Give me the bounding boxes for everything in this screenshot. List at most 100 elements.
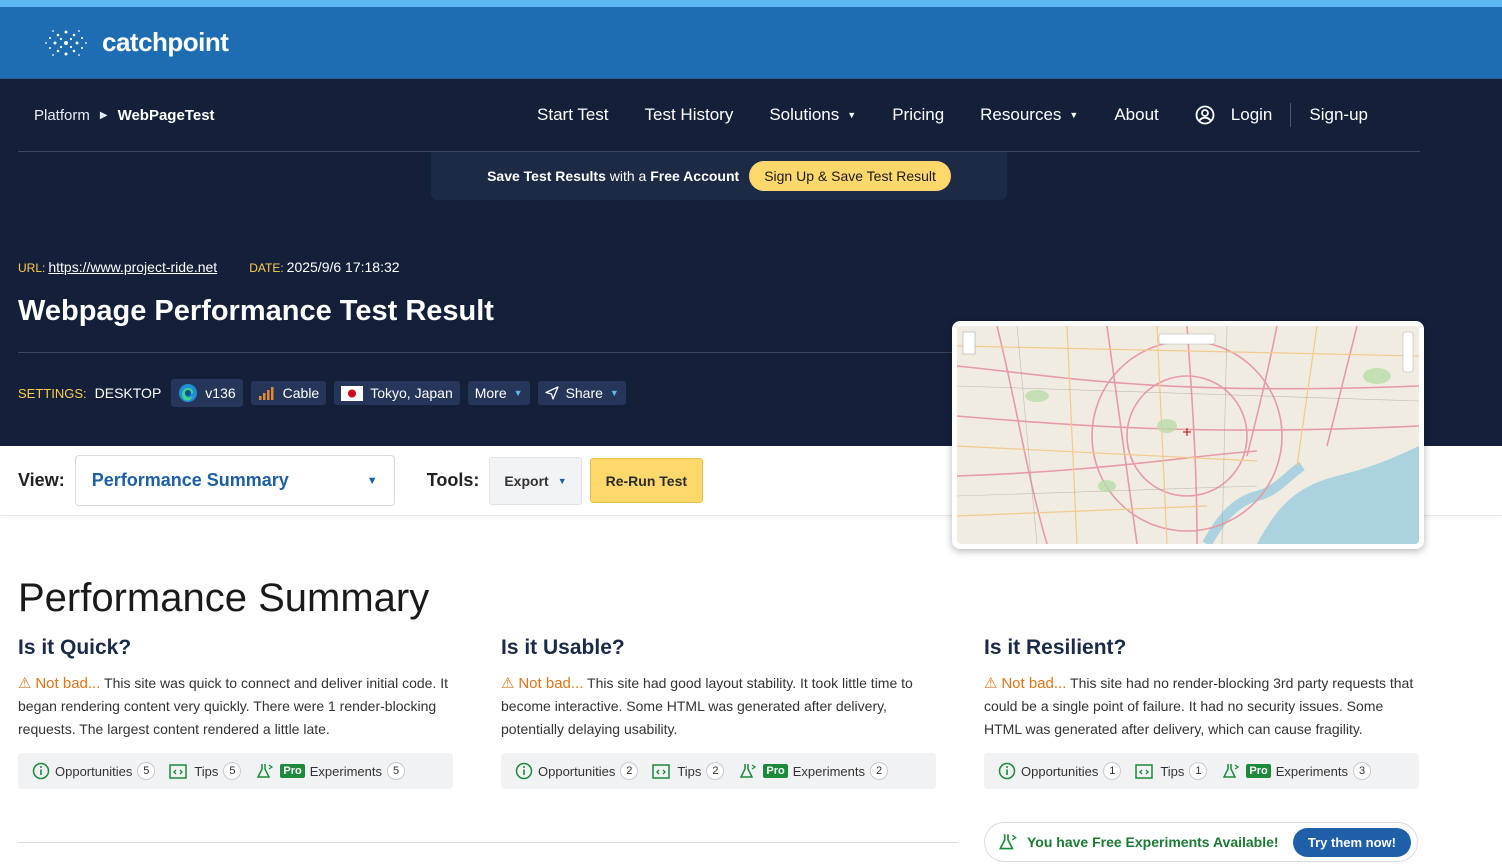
signal-bars-icon — [258, 387, 274, 400]
send-icon — [544, 386, 559, 400]
free-experiments-text: You have Free Experiments Available! — [1027, 834, 1279, 850]
caret-down-icon: ▼ — [1069, 110, 1079, 120]
nav-pricing[interactable]: Pricing — [874, 105, 962, 125]
caret-down-icon: ▼ — [366, 474, 378, 487]
japan-flag-icon — [341, 385, 364, 401]
more-label: More — [474, 385, 507, 401]
nav-resources-label: Resources — [980, 105, 1062, 124]
browser-version: v136 — [205, 385, 236, 401]
share-dropdown[interactable]: Share ▼ — [537, 381, 626, 405]
catchpoint-logo-icon — [45, 29, 87, 56]
code-tip-icon — [1135, 764, 1154, 779]
share-label: Share — [565, 385, 603, 401]
pro-badge: Pro — [280, 764, 305, 778]
hero-section: Platform ▶ WebPageTest Start Test Test H… — [0, 79, 1502, 549]
warning-icon: ⚠ — [984, 675, 998, 692]
nav-login[interactable]: Login — [1177, 105, 1291, 125]
count-badge: 5 — [223, 762, 242, 780]
top-accent-strip — [0, 0, 1502, 7]
flask-icon — [1223, 764, 1240, 778]
nav-test-history[interactable]: Test History — [627, 105, 752, 125]
warning-icon: ⚠ — [501, 675, 515, 692]
opportunities-counter[interactable]: Opportunities 2 — [515, 762, 639, 780]
view-select-value: Performance Summary — [91, 470, 289, 490]
caret-down-icon: ▼ — [609, 388, 619, 398]
info-circle-icon — [32, 762, 50, 780]
browser-chip: v136 — [171, 379, 243, 407]
counter-label: Opportunities — [538, 763, 616, 779]
column-heading: Is it Resilient? — [984, 636, 1127, 659]
location-map[interactable] — [957, 326, 1419, 544]
rerun-test-button[interactable]: Re-Run Test — [589, 458, 704, 503]
signup-save-button[interactable]: Sign Up & Save Test Result — [749, 161, 951, 191]
tips-counter[interactable]: Tips 1 — [1135, 762, 1208, 780]
nav-solutions[interactable]: Solutions ▼ — [751, 105, 874, 125]
settings-device: DESKTOP — [94, 385, 162, 401]
user-circle-icon — [1195, 105, 1215, 125]
test-meta: URL: https://www.project-ride.net DATE: 20… — [18, 259, 400, 275]
breadcrumb-platform[interactable]: Platform — [34, 107, 90, 124]
nav-signup[interactable]: Sign-up — [1291, 105, 1386, 125]
map-tiles-image — [957, 326, 1419, 544]
tips-counter[interactable]: Tips 2 — [652, 762, 725, 780]
experiments-counter[interactable]: Pro Experiments 5 — [255, 762, 405, 780]
code-tip-icon — [169, 764, 188, 779]
divider — [18, 842, 958, 843]
info-circle-icon — [515, 762, 533, 780]
view-select[interactable]: Performance Summary ▼ — [74, 455, 395, 506]
counters-bar: Opportunities 5 Tips 5 Pro Experiments 5 — [18, 753, 453, 789]
count-badge: 2 — [620, 762, 639, 780]
connection-chip: Cable — [250, 381, 327, 405]
caret-down-icon: ▼ — [557, 475, 567, 486]
nav-start-test[interactable]: Start Test — [519, 105, 627, 125]
main-nav: Platform ▶ WebPageTest Start Test Test H… — [18, 79, 1420, 152]
opportunities-counter[interactable]: Opportunities 1 — [998, 762, 1122, 780]
counter-label: Experiments — [309, 763, 382, 779]
counters-bar: Opportunities 2 Tips 2 Pro Experiments 2 — [501, 753, 936, 789]
caret-down-icon: ▼ — [513, 388, 523, 398]
opportunities-counter[interactable]: Opportunities 5 — [32, 762, 156, 780]
catchpoint-logo[interactable]: catchpoint — [42, 26, 229, 60]
counter-label: Opportunities — [55, 763, 133, 779]
count-badge: 2 — [706, 762, 725, 780]
counter-label: Tips — [1160, 763, 1185, 779]
nav-resources[interactable]: Resources ▼ — [962, 105, 1096, 125]
test-url-link[interactable]: https://www.project-ride.net — [48, 259, 217, 275]
column-heading: Is it Usable? — [501, 636, 625, 659]
nav-about[interactable]: About — [1096, 105, 1176, 125]
tools-label: Tools: — [426, 470, 480, 490]
flask-icon — [257, 764, 274, 778]
breadcrumb-webpagetest[interactable]: WebPageTest — [118, 107, 215, 124]
count-badge: 5 — [137, 762, 156, 780]
breadcrumb: Platform ▶ WebPageTest — [34, 107, 215, 124]
resilient-column: Is it Resilient? ⚠ Not bad... This site … — [984, 636, 1419, 789]
edge-browser-icon — [179, 384, 198, 402]
column-text: ⚠ Not bad... This site had no render-blo… — [984, 672, 1419, 741]
location-map-card — [952, 321, 1424, 549]
experiments-counter[interactable]: Pro Experiments 2 — [738, 762, 888, 780]
try-them-now-button[interactable]: Try them now! — [1292, 827, 1411, 857]
experiments-counter[interactable]: Pro Experiments 3 — [1221, 762, 1371, 780]
tips-counter[interactable]: Tips 5 — [169, 762, 242, 780]
pro-badge: Pro — [763, 764, 788, 778]
column-text: ⚠ Not bad... This site had good layout s… — [501, 672, 936, 741]
test-date: DATE: 2025/9/6 17:18:32 — [249, 259, 400, 275]
export-button[interactable]: Export ▼ — [489, 456, 582, 505]
column-heading: Is it Quick? — [18, 636, 132, 659]
more-dropdown[interactable]: More ▼ — [467, 381, 530, 405]
export-label: Export — [504, 472, 549, 489]
location-chip: Tokyo, Japan — [334, 381, 460, 405]
code-tip-icon — [652, 764, 671, 779]
count-badge: 5 — [387, 762, 405, 780]
view-label: View: — [18, 470, 65, 490]
nav-solutions-label: Solutions — [769, 105, 840, 124]
summary-title: Performance Summary — [18, 576, 430, 620]
divider — [18, 352, 960, 353]
counter-label: Experiments — [792, 763, 865, 779]
counter-label: Tips — [194, 763, 219, 779]
column-text: ⚠ Not bad... This site was quick to conn… — [18, 672, 453, 741]
status-label: Not bad... — [35, 675, 101, 692]
status-label: Not bad... — [518, 675, 584, 692]
brand-bar: catchpoint — [0, 7, 1502, 79]
caret-down-icon: ▼ — [847, 110, 857, 120]
